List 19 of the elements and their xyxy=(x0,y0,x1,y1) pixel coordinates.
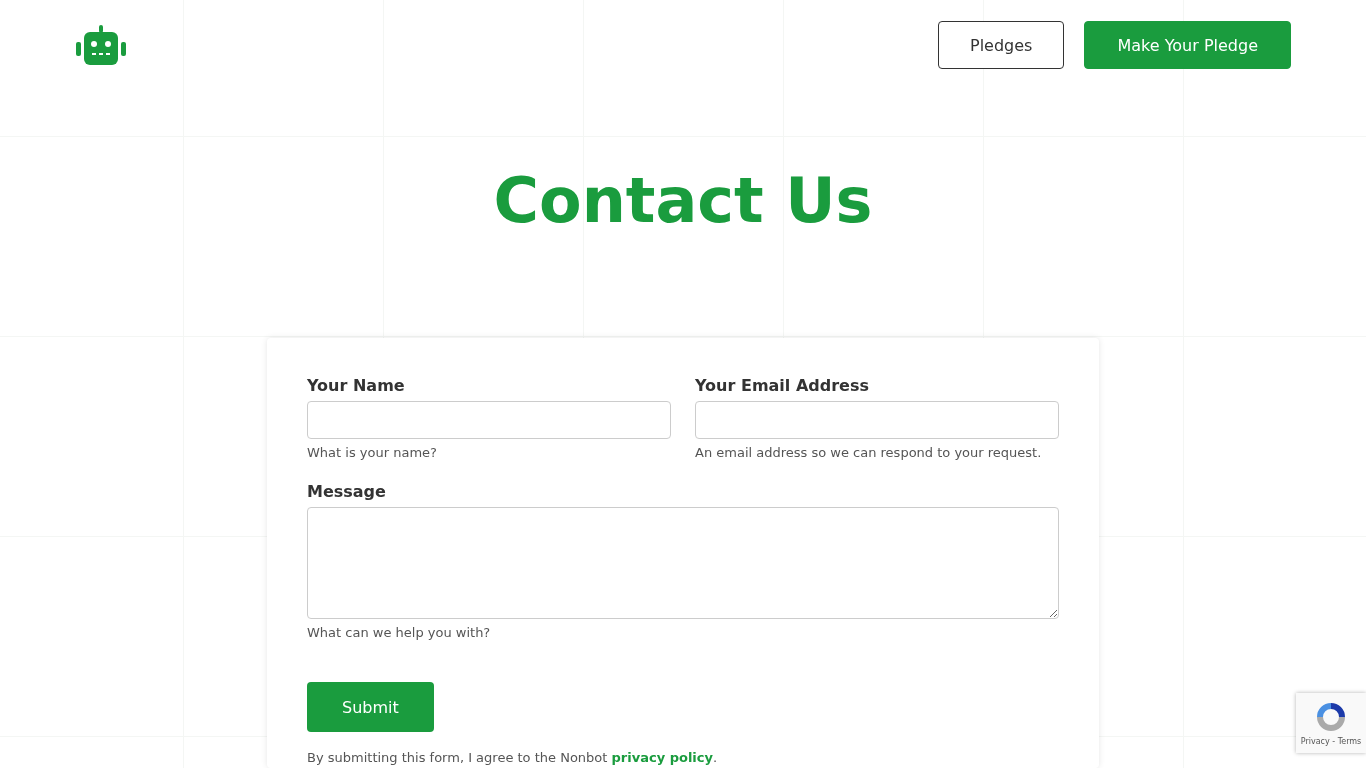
recaptcha-icon xyxy=(1314,700,1348,734)
page-title: Contact Us xyxy=(493,163,873,239)
pledges-button[interactable]: Pledges xyxy=(938,21,1065,69)
input-field[interactable] xyxy=(695,401,1059,439)
field-label: Your Email Address xyxy=(695,376,869,395)
field-hint: What can we help you with? xyxy=(307,625,491,640)
field-hint: An email address so we can respond to your request. xyxy=(695,445,1042,460)
field-label: Message xyxy=(307,482,386,501)
recaptcha-badge[interactable]: Privacy - Terms xyxy=(1296,693,1366,753)
field-hint: What is your name? xyxy=(307,445,437,460)
field-label: Your Name xyxy=(307,376,405,395)
input-field[interactable] xyxy=(307,401,671,439)
message-field[interactable] xyxy=(307,507,1059,619)
pledge-button[interactable]: Make Your Pledge xyxy=(1084,21,1291,69)
privacy-link[interactable]: privacy policy xyxy=(611,750,713,765)
recaptcha-links[interactable]: Privacy - Terms xyxy=(1300,737,1362,746)
consent-text: By submitting this form, I agree to the Nonbot privacy policy. xyxy=(307,750,719,765)
robot-logo[interactable] xyxy=(76,25,126,65)
submit-button[interactable]: Submit xyxy=(307,682,434,732)
